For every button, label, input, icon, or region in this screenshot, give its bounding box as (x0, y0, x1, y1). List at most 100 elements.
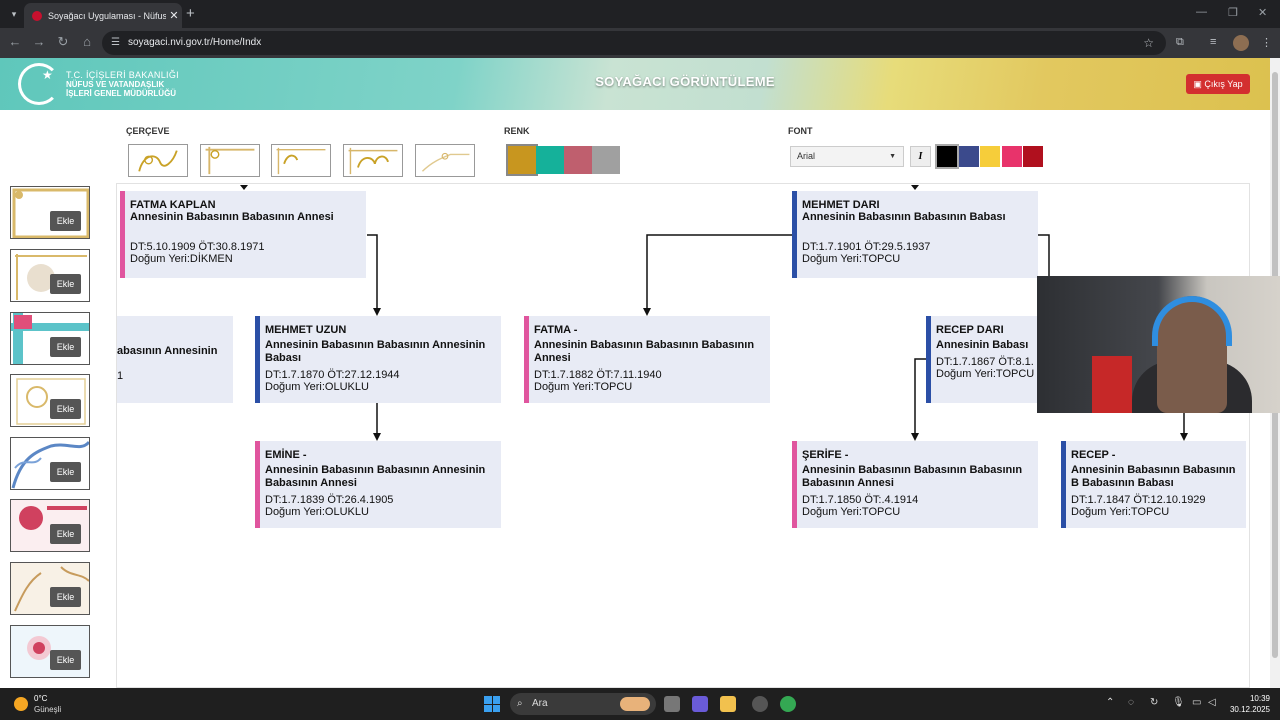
forward-icon[interactable]: → (30, 34, 48, 49)
tray-app-icon[interactable]: ◌ (1128, 697, 1134, 708)
bookmark-star-icon[interactable]: ☆ (1143, 31, 1154, 55)
frame-option-3[interactable] (271, 144, 331, 177)
menu-kebab-icon[interactable]: ⋮ (1261, 36, 1272, 49)
reading-list-icon[interactable]: ≡ (1210, 36, 1216, 48)
minimize-icon[interactable]: — (1196, 6, 1207, 18)
font-color-swatch[interactable] (980, 146, 1000, 167)
font-select[interactable]: Arial ▼ (790, 146, 904, 167)
person-name (117, 324, 233, 337)
network-icon[interactable]: ▭ (1192, 697, 1201, 708)
person-birthplace: Doğum Yeri:DİKMEN (130, 253, 233, 265)
color-swatch[interactable] (506, 144, 538, 176)
weather-sun-icon[interactable] (14, 697, 28, 711)
page-title: SOYAĞACI GÖRÜNTÜLEME (595, 74, 775, 89)
person-dates: 1 (117, 370, 124, 382)
volume-icon[interactable]: ◁ (1208, 697, 1216, 708)
back-icon[interactable]: ← (6, 34, 24, 49)
org-line-3: İŞLERİ GENEL MÜDÜRLÜĞÜ (66, 89, 177, 98)
add-button[interactable]: Ekle (50, 650, 81, 670)
add-button[interactable]: Ekle (50, 462, 81, 482)
person-card-partial[interactable]: abasının Annesinin 1 (117, 316, 233, 403)
reload-icon[interactable]: ↻ (54, 34, 72, 50)
person-card-fatma[interactable]: FATMA - Annesinin Babasının Babasının Ba… (524, 316, 770, 403)
browser-tab[interactable]: Soyağacı Uygulaması - Nüfus ve ✕ (24, 3, 182, 28)
person-card-fatma-kaplan[interactable]: FATMA KAPLAN Annesinin Babasının Babasın… (120, 191, 366, 278)
person-dates: DT:1.7.1867 ÖT:8.1. (936, 356, 1034, 368)
font-color-swatch[interactable] (958, 146, 979, 167)
person-relation: Annesinin Babası (936, 339, 1029, 351)
start-windows-icon[interactable] (484, 696, 500, 712)
extensions-icon[interactable]: ⧉ (1176, 36, 1184, 49)
logout-icon: ▣ (1193, 79, 1202, 89)
person-card-recep[interactable]: RECEP - Annesinin Babasının Babasının B … (1061, 441, 1246, 528)
restore-icon[interactable]: ❐ (1228, 6, 1238, 19)
person-birthplace: Doğum Yeri:OLUKLU (265, 506, 369, 518)
address-bar[interactable]: ☰ soyagaci.nvi.gov.tr/Home/Indx ☆ (102, 31, 1166, 55)
close-tab-icon[interactable]: ✕ (166, 9, 182, 22)
color-swatch[interactable] (564, 146, 592, 174)
frame-template-6: Ekle (10, 499, 90, 552)
person-dates: DT:1.7.1847 ÖT:12.10.1929 (1071, 494, 1206, 506)
weather-temp: 0°C (34, 694, 48, 703)
person-birthplace: Doğum Yeri:TOPCU (802, 506, 901, 518)
color-swatch[interactable] (536, 146, 564, 174)
site-header: ★ T.C. İÇİŞLERİ BAKANLIĞI NÜFUS VE VATAN… (0, 58, 1270, 110)
site-info-icon[interactable]: ☰ (111, 31, 120, 55)
person-dates: DT:5.10.1909 ÖT:30.8.1971 (130, 241, 265, 253)
person-card-emine[interactable]: EMİNE - Annesinin Babasının Babasının An… (255, 441, 501, 528)
task-view-icon[interactable] (664, 696, 680, 712)
frame-option-5[interactable] (415, 144, 475, 177)
browser-tabstrip: ▾ Soyağacı Uygulaması - Nüfus ve ✕ + — ❐… (0, 0, 1280, 28)
person-dates: DT:1.7.1870 ÖT:27.12.1944 (265, 369, 400, 381)
chevron-down-icon: ▼ (889, 153, 896, 160)
person-dates: DT:1.7.1839 ÖT:26.4.1905 (265, 494, 394, 506)
frame-template-1: Ekle (10, 186, 90, 239)
webcam-overlay (1037, 276, 1280, 413)
font-color-swatch[interactable] (1001, 146, 1022, 167)
add-button[interactable]: Ekle (50, 274, 81, 294)
frame-option-1[interactable] (128, 144, 188, 177)
person-relation: Annesinin Babasının Babasının Annesinin … (265, 339, 486, 364)
person-name: MEHMET DARI (802, 199, 880, 211)
profile-avatar[interactable] (1233, 35, 1249, 51)
person-card-mehmet-dari[interactable]: MEHMET DARI Annesinin Babasının Babasını… (792, 191, 1038, 278)
font-color-swatch[interactable] (1023, 146, 1043, 167)
tray-sync-icon[interactable]: ↻ (1150, 697, 1158, 708)
frame-option-4[interactable] (343, 144, 403, 177)
logout-button[interactable]: ▣ Çıkış Yap (1186, 74, 1250, 94)
copilot-icon[interactable] (692, 696, 708, 712)
logout-label: Çıkış Yap (1204, 79, 1243, 89)
tab-search-icon[interactable]: ▾ (6, 6, 22, 22)
person-dates: DT:1.7.1901 ÖT:29.5.1937 (802, 241, 931, 253)
home-icon[interactable]: ⌂ (78, 34, 96, 49)
family-tree-canvas[interactable]: FATMA KAPLAN Annesinin Babasının Babasın… (116, 183, 1250, 688)
person-card-serife[interactable]: ŞERİFE - Annesinin Babasının Babasının B… (792, 441, 1038, 528)
font-color-swatch[interactable] (935, 144, 959, 169)
microphone-icon[interactable]: 🎙 (1172, 697, 1185, 708)
person-relation: Annesinin Babasının Babasının B Babasını… (1071, 464, 1236, 489)
add-button[interactable]: Ekle (50, 524, 81, 544)
file-explorer-icon[interactable] (720, 696, 736, 712)
person-name: FATMA - (534, 324, 578, 336)
recorder-app-icon[interactable] (752, 696, 768, 712)
person-card-recep-dari[interactable]: RECEP DARI Annesinin Babası DT:1.7.1867 … (926, 316, 1038, 403)
add-button[interactable]: Ekle (50, 337, 81, 357)
add-button[interactable]: Ekle (50, 399, 81, 419)
close-window-icon[interactable]: ✕ (1258, 6, 1267, 19)
color-swatch[interactable] (592, 146, 620, 174)
taskbar-clock[interactable]: 10:39 30.12.2025 (1226, 693, 1270, 715)
add-button[interactable]: Ekle (50, 211, 81, 231)
frame-option-2[interactable] (200, 144, 260, 177)
add-button[interactable]: Ekle (50, 587, 81, 607)
person-name: RECEP - (1071, 449, 1116, 461)
headset-icon (1152, 296, 1232, 346)
person-card-mehmet-uzun[interactable]: MEHMET UZUN Annesinin Babasının Babasını… (255, 316, 501, 403)
person-name: FATMA KAPLAN (130, 199, 216, 211)
italic-button[interactable]: I (910, 146, 931, 167)
person-birthplace: Doğum Yeri:TOPCU (936, 368, 1035, 380)
chrome-icon[interactable] (780, 696, 796, 712)
frame-template-8: Ekle (10, 625, 90, 678)
taskbar-search[interactable]: ⌕ Ara (510, 693, 656, 715)
new-tab-icon[interactable]: + (186, 5, 195, 22)
tray-chevron-icon[interactable]: ⌃ (1106, 697, 1114, 708)
